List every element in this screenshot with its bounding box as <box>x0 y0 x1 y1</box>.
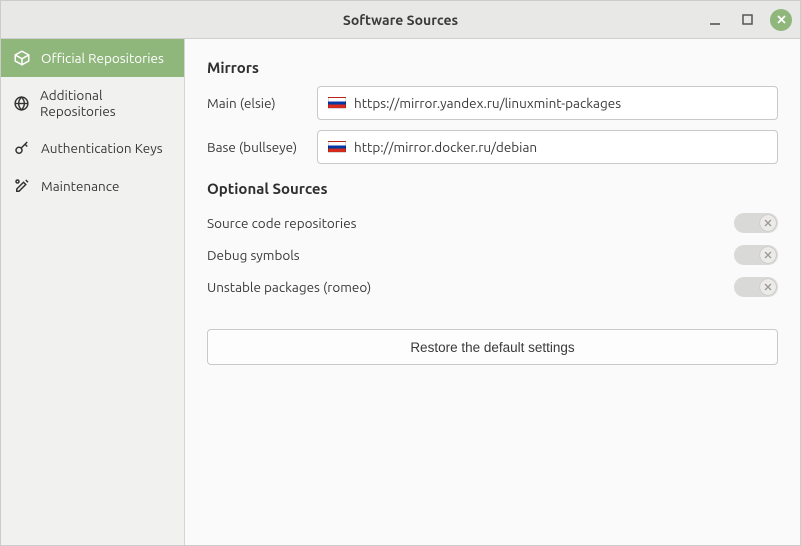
flag-ru-icon <box>328 97 346 109</box>
mirror-field-main[interactable]: https://mirror.yandex.ru/linuxmint-packa… <box>317 86 778 120</box>
sidebar-item-maintenance[interactable]: Maintenance <box>1 167 184 205</box>
mirror-row-main: Main (elsie) https://mirror.yandex.ru/li… <box>207 86 778 120</box>
content: Official Repositories Additional Reposit… <box>1 39 800 545</box>
optional-row-source-code: Source code repositories <box>207 207 778 239</box>
mirror-url-base: http://mirror.docker.ru/debian <box>354 139 537 155</box>
mirrors-title: Mirrors <box>207 59 778 76</box>
toggle-unstable-packages[interactable] <box>734 277 778 297</box>
globe-icon <box>13 95 30 112</box>
toggle-knob <box>760 247 776 263</box>
box-icon <box>13 49 31 67</box>
mirror-label-base: Base (bullseye) <box>207 139 317 155</box>
close-button[interactable] <box>770 9 792 31</box>
mirror-row-base: Base (bullseye) http://mirror.docker.ru/… <box>207 130 778 164</box>
sidebar-item-official-repositories[interactable]: Official Repositories <box>1 39 184 77</box>
main-panel: Mirrors Main (elsie) https://mirror.yand… <box>185 39 800 545</box>
sidebar-item-label: Maintenance <box>41 178 119 194</box>
window-title: Software Sources <box>343 12 458 28</box>
sidebar-item-label: Additional Repositories <box>40 87 172 119</box>
mirror-field-base[interactable]: http://mirror.docker.ru/debian <box>317 130 778 164</box>
optional-row-debug-symbols: Debug symbols <box>207 239 778 271</box>
toggle-knob <box>760 279 776 295</box>
sidebar: Official Repositories Additional Reposit… <box>1 39 185 545</box>
optional-label: Unstable packages (romeo) <box>207 279 371 295</box>
optional-label: Source code repositories <box>207 215 357 231</box>
maximize-button[interactable] <box>738 11 756 29</box>
toggle-source-code[interactable] <box>734 213 778 233</box>
sidebar-item-authentication-keys[interactable]: Authentication Keys <box>1 129 184 167</box>
flag-ru-icon <box>328 141 346 153</box>
tools-icon <box>13 177 31 195</box>
mirror-url-main: https://mirror.yandex.ru/linuxmint-packa… <box>354 95 621 111</box>
sidebar-item-label: Official Repositories <box>41 50 164 66</box>
restore-default-settings-button[interactable]: Restore the default settings <box>207 329 778 365</box>
minimize-button[interactable] <box>706 11 724 29</box>
toggle-debug-symbols[interactable] <box>734 245 778 265</box>
optional-row-unstable-packages: Unstable packages (romeo) <box>207 271 778 303</box>
titlebar: Software Sources <box>1 1 800 39</box>
sidebar-item-additional-repositories[interactable]: Additional Repositories <box>1 77 184 129</box>
sidebar-item-label: Authentication Keys <box>41 140 163 156</box>
key-icon <box>13 139 31 157</box>
mirror-label-main: Main (elsie) <box>207 95 317 111</box>
toggle-knob <box>760 215 776 231</box>
window-controls <box>706 9 792 31</box>
window: Software Sources Official Repositories <box>0 0 801 546</box>
optional-label: Debug symbols <box>207 247 300 263</box>
optional-sources-title: Optional Sources <box>207 180 778 197</box>
